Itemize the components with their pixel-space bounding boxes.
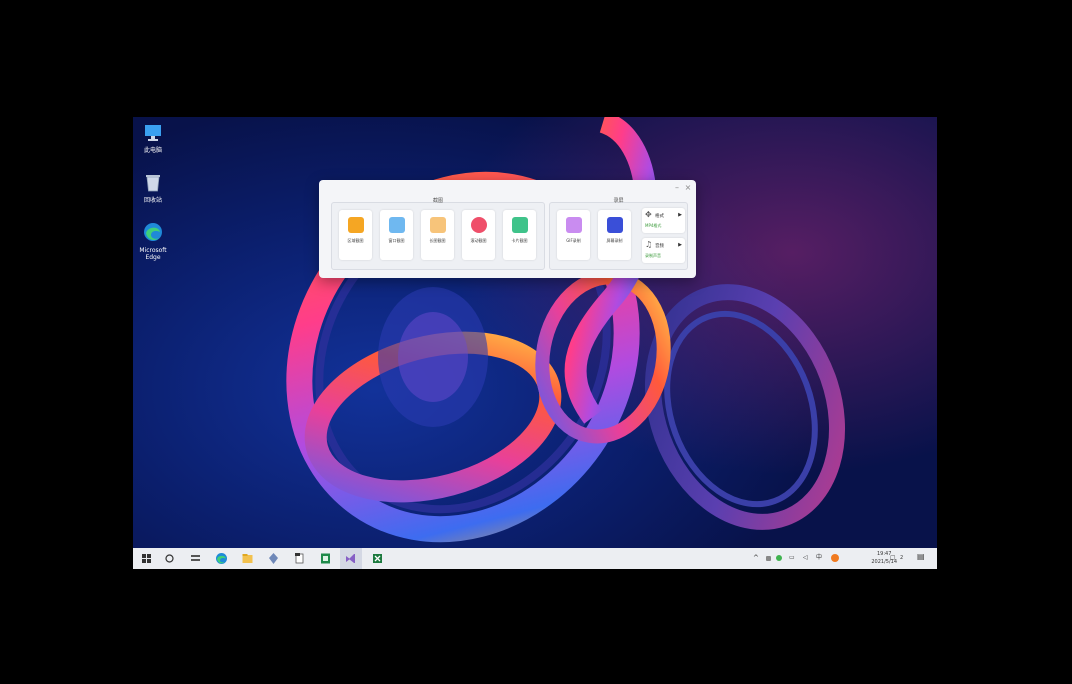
file-explorer-icon[interactable] xyxy=(241,552,254,565)
taskbar: ^ ▭ ◁ 中 19:47 2021/5/14 ▢ 2 ▤ xyxy=(133,548,937,569)
region-screenshot-button[interactable]: 区域截图 xyxy=(339,210,372,260)
start-windows-icon[interactable] xyxy=(140,552,153,565)
notification-center-icon[interactable]: ▤ xyxy=(917,553,925,561)
tool-label: 窗口截图 xyxy=(388,238,405,243)
chevron-right-icon: ▶ xyxy=(678,212,682,218)
record-group-label: 录屏 xyxy=(613,198,624,204)
excel-icon[interactable] xyxy=(371,552,384,565)
screenshot-group: 截图 区域截图 窗口截图 长图截图 滚动截图 卡片截图 xyxy=(331,198,545,270)
tray-green-icon[interactable] xyxy=(776,555,782,561)
scroll-capture-icon xyxy=(470,217,487,233)
window-screenshot-button[interactable]: 窗口截图 xyxy=(380,210,413,260)
tool-label: 区域截图 xyxy=(347,238,364,243)
chevron-right-icon: ▶ xyxy=(678,242,682,248)
desktop-icon-label: 此电脑 xyxy=(143,147,162,154)
edge-taskbar-icon[interactable] xyxy=(215,552,228,565)
green-app-icon[interactable] xyxy=(319,552,332,565)
long-screenshot-button[interactable]: 长图截图 xyxy=(421,210,454,260)
scroll-screenshot-button[interactable]: 滚动截图 xyxy=(462,210,495,260)
audio-option[interactable]: ♫ 音频 ▶ 录制声音 xyxy=(642,238,685,263)
card-capture-icon xyxy=(511,217,528,233)
card-screenshot-button[interactable]: 卡片截图 xyxy=(503,210,536,260)
network-icon[interactable]: ▭ xyxy=(789,554,795,562)
tool-label: GIF录制 xyxy=(566,238,581,243)
audio-title: 音频 xyxy=(655,244,664,249)
desktop-peek-icon[interactable]: ▢ xyxy=(890,554,896,562)
store-icon[interactable] xyxy=(267,552,280,565)
tray-orange-app-icon[interactable] xyxy=(831,554,839,562)
recycle-bin-icon xyxy=(146,175,160,192)
volume-icon[interactable]: ◁ xyxy=(803,554,808,562)
screenshot-group-label: 截图 xyxy=(432,198,443,204)
desktop-icon-recycle-bin[interactable]: 回收站 xyxy=(133,171,173,204)
long-image-icon xyxy=(429,217,446,233)
desktop-icon-label: Microsoft Edge xyxy=(139,247,167,261)
screen-record-icon xyxy=(606,217,623,233)
format-title: 格式 xyxy=(655,214,664,219)
edge-browser-icon xyxy=(144,223,162,241)
audio-value: 录制声音 xyxy=(645,253,661,258)
tool-label: 长图截图 xyxy=(429,238,446,243)
gif-icon xyxy=(565,217,582,233)
format-option[interactable]: ✥ 格式 ▶ MP4格式 xyxy=(642,208,685,233)
format-icon: ✥ xyxy=(645,210,652,219)
desktop-screen: 此电脑 回收站 Microsoft Edge – × 截图 区域截图 窗口截图 xyxy=(133,117,937,569)
chevron-up-icon[interactable]: ^ xyxy=(753,554,759,562)
tool-label: 屏幕录制 xyxy=(606,238,623,243)
minimize-button[interactable]: – xyxy=(672,183,682,193)
notepad-icon[interactable] xyxy=(293,552,306,565)
ime-indicator[interactable]: 中 xyxy=(816,554,822,562)
window-icon xyxy=(388,217,405,233)
close-button[interactable]: × xyxy=(683,183,693,193)
search-icon[interactable] xyxy=(163,552,176,565)
tool-label: 卡片截图 xyxy=(511,238,528,243)
record-group: 录屏 GIF录制 屏幕录制 ✥ 格式 ▶ MP4格式 ♫ 音频 ▶ 录制声音 xyxy=(549,198,688,270)
desktop-icon-edge[interactable]: Microsoft Edge xyxy=(133,221,173,261)
gif-record-button[interactable]: GIF录制 xyxy=(557,210,590,260)
desktop-icon-this-pc[interactable]: 此电脑 xyxy=(133,121,173,154)
format-value: MP4格式 xyxy=(645,223,662,228)
monitor-icon xyxy=(145,125,161,141)
tool-label: 滚动截图 xyxy=(470,238,487,243)
desktop-icon-label: 回收站 xyxy=(143,197,162,204)
tray-app-icon[interactable] xyxy=(766,556,771,561)
music-note-icon: ♫ xyxy=(645,240,653,249)
screen-record-button[interactable]: 屏幕录制 xyxy=(598,210,631,260)
notification-count: 2 xyxy=(900,555,904,561)
region-crop-icon xyxy=(347,217,364,233)
screenshot-tool-window: – × 截图 区域截图 窗口截图 长图截图 滚动截图 卡片截图 录屏 GIF录制… xyxy=(319,180,696,278)
visual-studio-icon[interactable] xyxy=(344,552,357,565)
task-view-icon[interactable] xyxy=(189,552,202,565)
